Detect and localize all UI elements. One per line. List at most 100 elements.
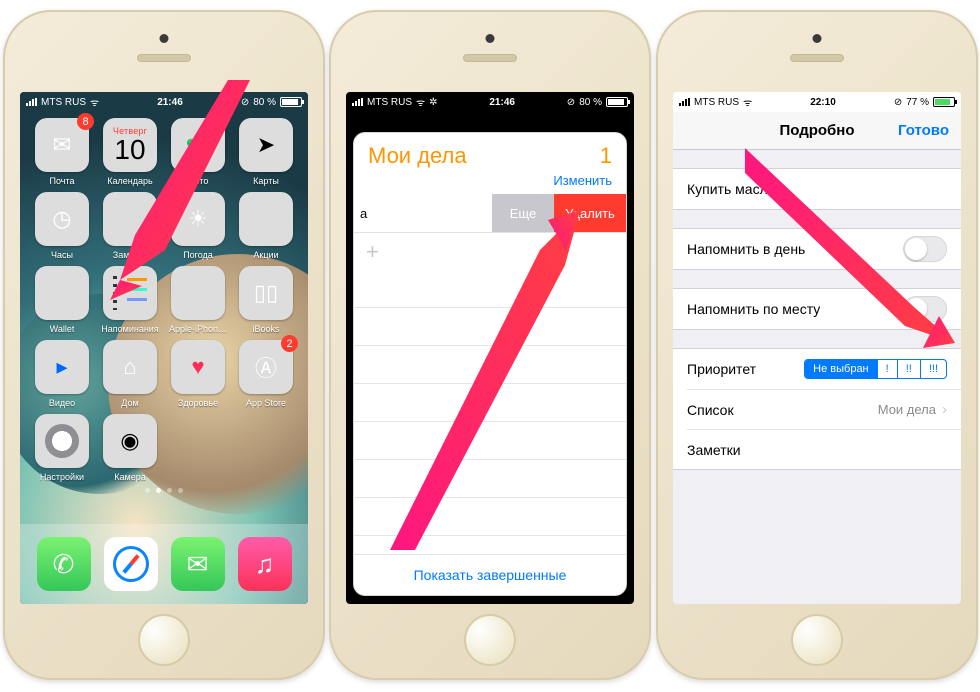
remind-location-switch[interactable]: [903, 296, 947, 322]
rotation-lock-icon: ⊘: [567, 97, 575, 108]
notes-cell[interactable]: Заметки: [687, 429, 961, 469]
app-tile[interactable]: Ⓐ2: [239, 340, 293, 394]
priority-opt-3[interactable]: !!!: [920, 360, 946, 378]
wifi-icon: ᯤ: [416, 95, 425, 109]
app-Настройки[interactable]: Настройки: [30, 414, 94, 482]
app-tile[interactable]: ➤: [239, 118, 293, 172]
dock-messages[interactable]: ✉: [171, 537, 225, 591]
app-tile[interactable]: Четверг10: [103, 118, 157, 172]
app-label: iBooks: [252, 324, 279, 334]
iphone-frame-2: MTS RUS ᯤ ✲ 21:46 ⊘ 80 % Мои дела 1 Изме…: [329, 10, 651, 680]
home-button[interactable]: [138, 614, 190, 666]
iphone-frame-3: MTS RUS ᯤ 22:10 ⊘ 77 % Подробно Готово К…: [656, 10, 978, 680]
app-Календарь[interactable]: Четверг10 Календарь: [98, 118, 162, 186]
app-tile[interactable]: ▸: [35, 340, 89, 394]
battery-icon: [606, 97, 628, 107]
remind-day-switch[interactable]: [903, 236, 947, 262]
app-tile[interactable]: ▯▯: [239, 266, 293, 320]
reminder-row-swiped[interactable]: а Еще Удалить: [354, 194, 626, 232]
dock-phone[interactable]: ✆: [37, 537, 91, 591]
rotation-lock-icon: ⊘: [894, 97, 902, 108]
carrier-label: MTS RUS: [367, 97, 412, 108]
notes-label: Заметки: [687, 442, 741, 458]
loading-icon: ✲: [429, 97, 437, 108]
app-grid: ✉8 Почта Четверг10 Календарь ✿Фото➤Карты ◷ Час…: [20, 112, 308, 482]
app-App Store[interactable]: Ⓐ2 App Store: [234, 340, 298, 408]
app-tile[interactable]: [103, 266, 157, 320]
battery-pct: 80 %: [253, 97, 276, 108]
app-Почта[interactable]: ✉8 Почта: [30, 118, 94, 186]
front-camera: [160, 34, 169, 43]
priority-opt-1[interactable]: !: [877, 360, 897, 378]
show-completed-button[interactable]: Показать завершенные: [354, 554, 626, 595]
app-tile[interactable]: [35, 414, 89, 468]
remind-location-cell[interactable]: Напомнить по месту: [673, 289, 961, 329]
app-Видео[interactable]: ▸Видео: [30, 340, 94, 408]
speaker: [463, 54, 517, 62]
app-Карты[interactable]: ➤Карты: [234, 118, 298, 186]
app-tile[interactable]: [35, 266, 89, 320]
app-Погода[interactable]: ☀ Погода: [166, 192, 230, 260]
nav-title: Подробно: [779, 122, 854, 139]
priority-cell[interactable]: Приоритет Не выбран!!!!!!: [673, 349, 961, 389]
app-label: Заметки: [113, 250, 147, 260]
app-tile[interactable]: ◷: [35, 192, 89, 246]
swipe-more-button[interactable]: Еще: [492, 194, 554, 232]
edit-button[interactable]: Изменить: [553, 173, 612, 188]
list-cell[interactable]: Список Мои дела ›: [687, 389, 961, 429]
status-bar: MTS RUS ᯤ 22:10 ⊘ 77 %: [673, 92, 961, 112]
app-tile[interactable]: ⌂: [103, 340, 157, 394]
app-Фото[interactable]: ✿Фото: [166, 118, 230, 186]
page-dots[interactable]: [20, 488, 308, 493]
add-reminder-row[interactable]: +: [354, 232, 626, 270]
app-tile[interactable]: [103, 192, 157, 246]
app-label: Часы: [51, 250, 73, 260]
status-bar: MTS RUS ᯤ ✲ 21:46 ⊘ 80 %: [346, 92, 634, 112]
speaker: [790, 54, 844, 62]
app-iBooks[interactable]: ▯▯ iBooks: [234, 266, 298, 334]
dock-safari[interactable]: [104, 537, 158, 591]
app-Акции[interactable]: Акции: [234, 192, 298, 260]
app-label: Почта: [50, 176, 75, 186]
status-time: 21:46: [489, 97, 515, 108]
done-button[interactable]: Готово: [898, 122, 949, 139]
carrier-label: MTS RUS: [694, 97, 739, 108]
battery-pct: 80 %: [579, 97, 602, 108]
app-label: Календарь: [107, 176, 152, 186]
app-tile[interactable]: ☀: [171, 192, 225, 246]
battery-pct: 77 %: [906, 97, 929, 108]
app-Apple·iPhon…[interactable]: Apple·iPhon…: [166, 266, 230, 334]
app-Напоминания[interactable]: Напоминания: [98, 266, 162, 334]
home-button[interactable]: [791, 614, 843, 666]
status-time: 22:10: [810, 97, 836, 108]
priority-segmented[interactable]: Не выбран!!!!!!: [804, 359, 947, 379]
app-label: Камера: [114, 472, 145, 482]
app-tile[interactable]: ✉8: [35, 118, 89, 172]
app-tile[interactable]: ✿: [171, 118, 225, 172]
rotation-lock-icon: ⊘: [241, 97, 249, 108]
app-label: Погода: [183, 250, 213, 260]
app-Здоровье[interactable]: ♥ Здоровье: [166, 340, 230, 408]
app-Wallet[interactable]: Wallet: [30, 266, 94, 334]
app-Камера[interactable]: ◉ Камера: [98, 414, 162, 482]
app-tile[interactable]: [239, 192, 293, 246]
app-tile[interactable]: ◉: [103, 414, 157, 468]
reminder-details-screen: MTS RUS ᯤ 22:10 ⊘ 77 % Подробно Готово К…: [673, 92, 961, 604]
app-tile[interactable]: ♥: [171, 340, 225, 394]
home-button[interactable]: [464, 614, 516, 666]
app-label: App Store: [246, 398, 286, 408]
priority-opt-2[interactable]: !!: [897, 360, 920, 378]
badge: 8: [77, 113, 94, 130]
app-Часы[interactable]: ◷ Часы: [30, 192, 94, 260]
app-Заметки[interactable]: Заметки: [98, 192, 162, 260]
priority-opt-0[interactable]: Не выбран: [805, 360, 876, 378]
reminder-title-cell[interactable]: Купить масло: [673, 169, 961, 209]
remind-day-cell[interactable]: Напомнить в день: [673, 229, 961, 269]
app-label: Здоровье: [178, 398, 218, 408]
dock-music[interactable]: ♫: [238, 537, 292, 591]
app-Дом[interactable]: ⌂Дом: [98, 340, 162, 408]
app-tile[interactable]: [171, 266, 225, 320]
app-label: Настройки: [40, 472, 84, 482]
swipe-delete-button[interactable]: Удалить: [554, 194, 626, 232]
status-bar: MTS RUS ᯤ 21:46 ⊘ 80 %: [20, 92, 308, 112]
